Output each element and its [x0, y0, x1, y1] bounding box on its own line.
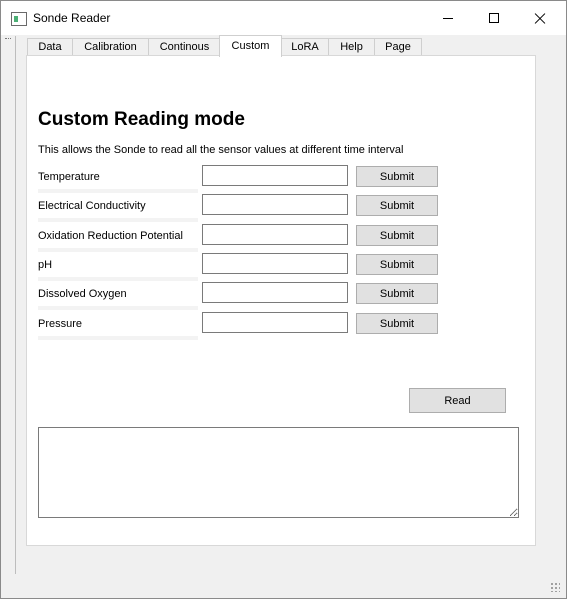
tab-calibration[interactable]: Calibration — [72, 38, 149, 56]
temperature-submit-button[interactable]: Submit — [356, 166, 438, 187]
title-bar[interactable]: Sonde Reader — [1, 1, 566, 35]
minimize-icon[interactable] — [425, 1, 471, 35]
app-icon — [11, 12, 27, 26]
output-textarea[interactable] — [38, 427, 519, 518]
electrical-conductivity-label: Electrical Conductivity — [38, 196, 198, 222]
dock-grip-icon — [5, 38, 11, 42]
electrical-conductivity-input[interactable] — [202, 194, 348, 215]
temperature-input[interactable] — [202, 165, 348, 186]
tab-data[interactable]: Data — [27, 38, 73, 56]
dock-handle[interactable] — [3, 36, 16, 574]
tab-help[interactable]: Help — [328, 38, 375, 56]
pressure-submit-button[interactable]: Submit — [356, 313, 438, 334]
ph-label: pH — [38, 255, 198, 281]
oxidation-reduction-potential-input[interactable] — [202, 224, 348, 245]
page-title: Custom Reading mode — [38, 109, 245, 130]
page-description: This allows the Sonde to read all the se… — [38, 144, 404, 156]
pressure-input[interactable] — [202, 312, 348, 333]
resize-grip-icon[interactable] — [550, 582, 560, 592]
ph-input[interactable] — [202, 253, 348, 274]
tab-custom[interactable]: Custom — [219, 35, 282, 57]
ph-submit-button[interactable]: Submit — [356, 254, 438, 275]
maximize-icon[interactable] — [471, 1, 517, 35]
temperature-label: Temperature — [38, 167, 198, 193]
tab-continous[interactable]: Continous — [148, 38, 221, 56]
oxidation-reduction-potential-submit-button[interactable]: Submit — [356, 225, 438, 246]
tab-page[interactable]: Page — [374, 38, 422, 56]
electrical-conductivity-submit-button[interactable]: Submit — [356, 195, 438, 216]
main-window: Sonde Reader Data Calibration Continous … — [0, 0, 567, 599]
oxidation-reduction-potential-label: Oxidation Reduction Potential — [38, 226, 198, 252]
pressure-label: Pressure — [38, 314, 198, 340]
window-title: Sonde Reader — [33, 11, 111, 25]
close-icon[interactable] — [517, 1, 563, 35]
read-button[interactable]: Read — [409, 388, 506, 413]
dissolved-oxygen-label: Dissolved Oxygen — [38, 284, 198, 310]
dissolved-oxygen-submit-button[interactable]: Submit — [356, 283, 438, 304]
tab-lora[interactable]: LoRA — [281, 38, 329, 56]
dissolved-oxygen-input[interactable] — [202, 282, 348, 303]
